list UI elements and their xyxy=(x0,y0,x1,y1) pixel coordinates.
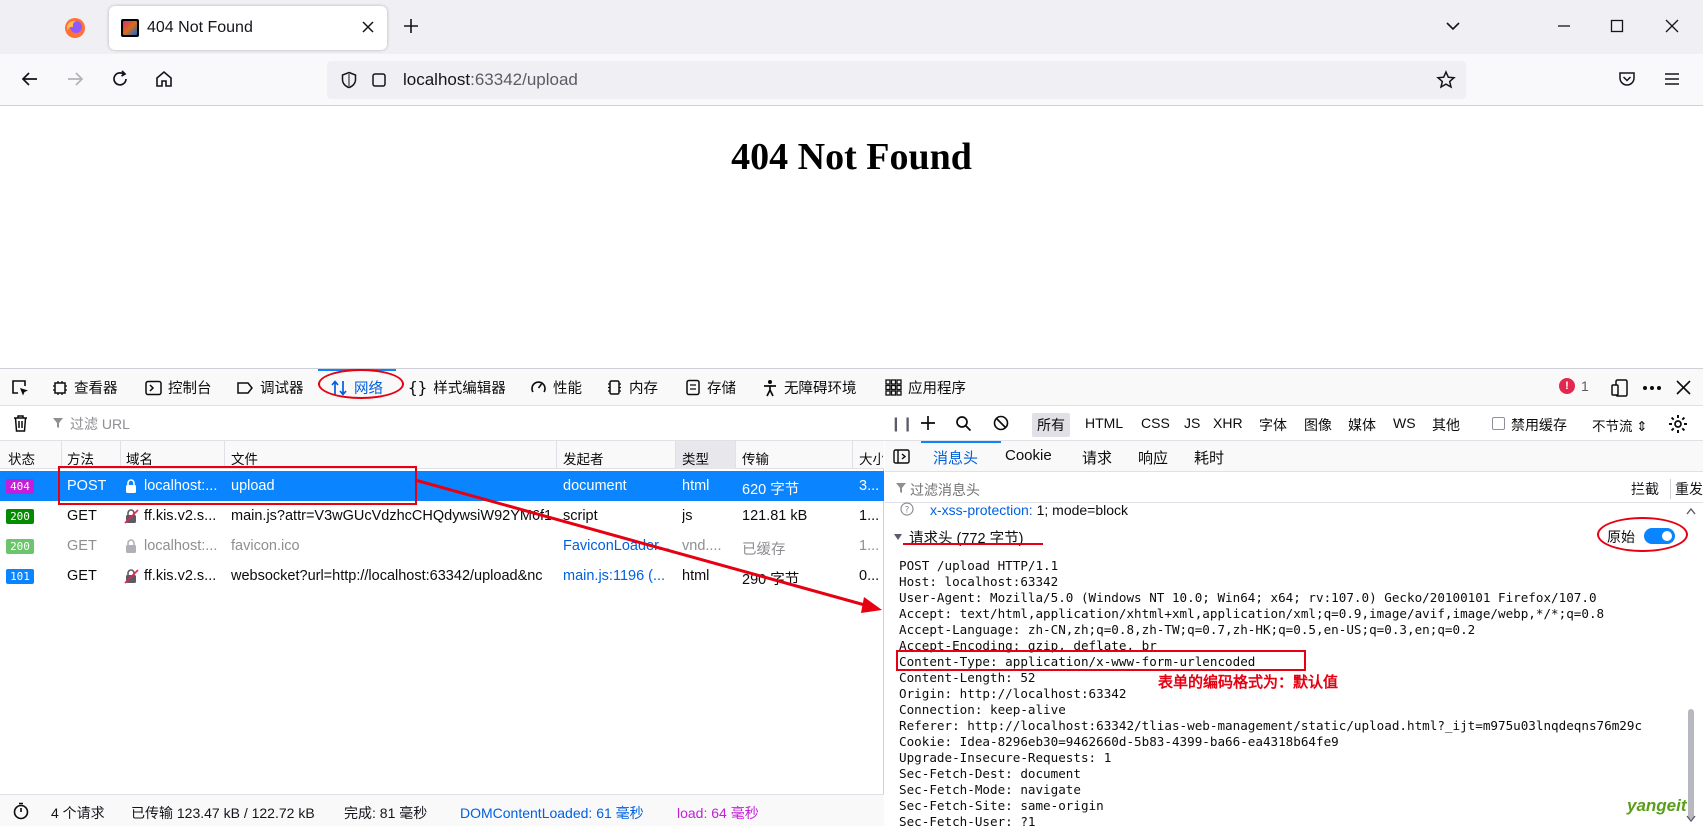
annotation-arrow xyxy=(414,478,882,613)
annotation-note: 表单的编码格式为：默认值 xyxy=(1158,674,1339,691)
watermark: yangeit xyxy=(1627,796,1687,815)
